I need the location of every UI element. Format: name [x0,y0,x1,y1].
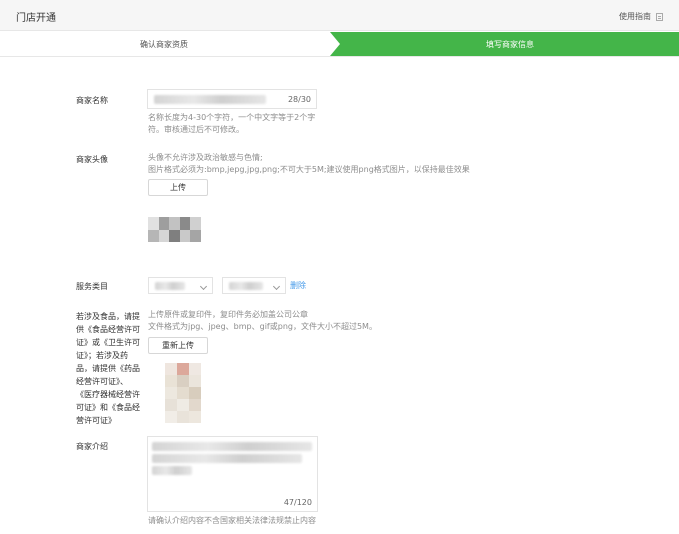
step-indicator: 确认商家资质 填写商家信息 [0,32,679,57]
merchant-name-hint-line-2: 符。审核通过后不可修改。 [148,125,244,134]
reupload-license-button[interactable]: 重新上传 [148,337,208,354]
merchant-intro-counter: 47/120 [283,498,312,507]
page-title: 门店开通 [16,13,56,24]
license-label-line-1: 若涉及食品，请提 [76,312,140,321]
license-label-line-3: 证》或《卫生许可 [76,338,140,347]
license-label-line-5: 品，请提供《药品 [76,364,140,373]
step-fill-info: 填写商家信息 [330,32,679,56]
license-label-line-2: 供《食品经营许可 [76,325,140,334]
license-label-line-4: 证》；若涉及药 [76,351,128,360]
merchant-name-label: 商家名称 [76,96,108,105]
delete-category-link[interactable]: 删除 [290,280,306,291]
license-label: 若涉及食品，请提 供《食品经营许可 证》或《卫生许可 证》；若涉及药 品，请提供… [76,310,146,427]
merchant-avatar-hint-line-1: 头像不允许涉及政治敏感与色情; [148,153,263,162]
top-bar: 门店开通 使用指南 [0,0,679,31]
merchant-name-hint: 名称长度为4-30个字符，一个中文字等于2个字 符。审核通过后不可修改。 [148,112,315,136]
category-select-primary[interactable] [148,277,213,294]
license-hint: 上传原件或复印件，复印件务必加盖公司公章 文件格式为jpg、jpeg、bmp、g… [148,309,377,333]
license-label-line-8: 可证》和《食品经 [76,403,140,412]
step-1-label: 确认商家资质 [140,40,188,49]
intro-text-redacted-3 [152,466,192,475]
category-select-secondary[interactable] [222,277,286,294]
document-icon [656,12,663,21]
step-confirm-qualification: 确认商家资质 [0,32,340,56]
step-2-label: 填写商家信息 [486,40,534,49]
merchant-intro-hint: 请确认介绍内容不含国家相关法律法规禁止内容 [148,516,316,525]
merchant-intro-label: 商家介绍 [76,442,108,451]
merchant-avatar-hint-line-2: 图片格式必须为:bmp,jepg,jpg,png;不可大于5M;建议使用png格… [148,165,470,174]
category-secondary-value-redacted [229,282,263,290]
guide-link[interactable]: 使用指南 [619,11,663,22]
merchant-avatar-label: 商家头像 [76,155,108,164]
merchant-avatar-hint: 头像不允许涉及政治敏感与色情; 图片格式必须为:bmp,jepg,jpg,png… [148,152,470,176]
service-category-label: 服务类目 [76,282,108,291]
upload-avatar-button[interactable]: 上传 [148,179,208,196]
merchant-name-hint-line-1: 名称长度为4-30个字符，一个中文字等于2个字 [148,113,316,122]
license-label-line-7: 《医疗器械经营许 [76,390,140,399]
chevron-down-icon [199,282,208,291]
intro-text-redacted-2 [152,454,302,463]
merchant-intro-textarea[interactable]: 47/120 [147,436,318,512]
license-hint-line-2: 文件格式为jpg、jpeg、bmp、gif或png，文件大小不超过5M。 [148,322,377,331]
category-primary-value-redacted [155,282,185,290]
merchant-name-counter: 28/30 [287,95,311,104]
chevron-down-icon [272,282,281,291]
merchant-name-input[interactable]: 28/30 [147,89,317,109]
guide-label: 使用指南 [619,12,651,21]
license-image-redacted [165,363,201,423]
license-label-line-9: 营许可证》 [76,416,116,425]
license-label-line-6: 经营许可证》、 [76,377,128,386]
license-hint-line-1: 上传原件或复印件，复印件务必加盖公司公章 [148,310,308,319]
intro-text-redacted-1 [152,442,312,451]
merchant-name-value-redacted [154,95,266,104]
avatar-image-redacted [148,217,201,242]
